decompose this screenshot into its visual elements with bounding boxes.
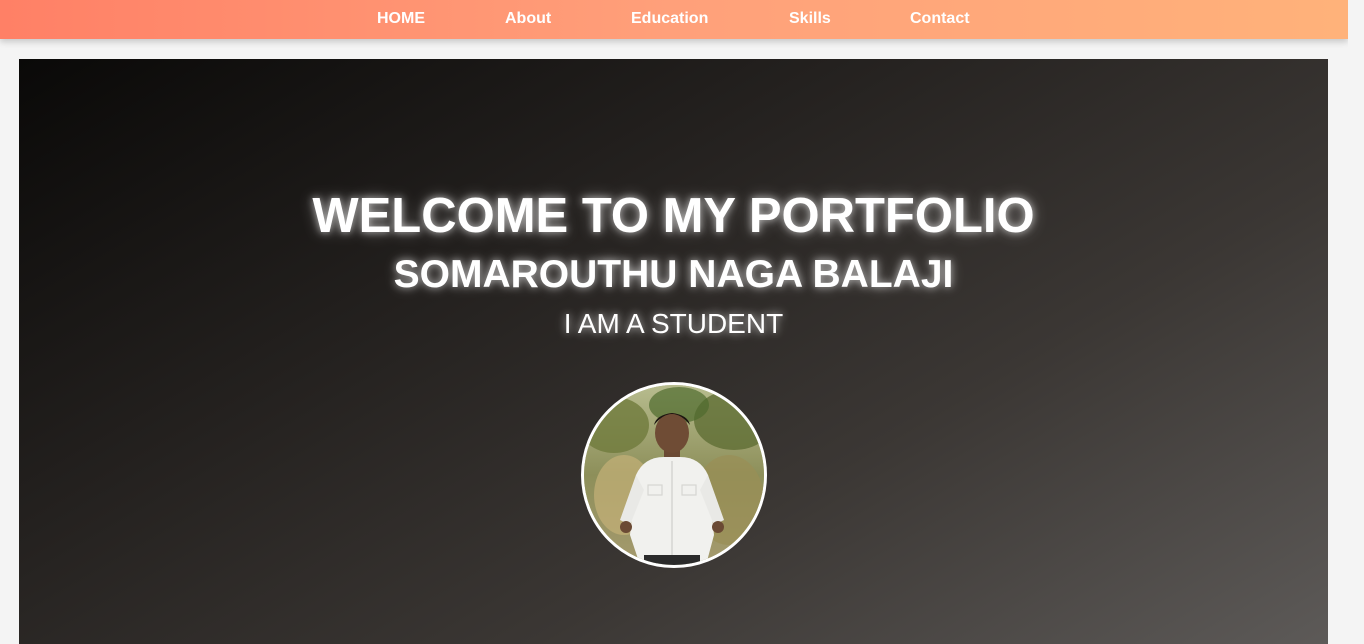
nav-link-home[interactable]: HOME — [377, 10, 425, 28]
navbar: HOME About Education Skills Contact — [0, 0, 1348, 39]
hero-name: SOMAROUTHU NAGA BALAJI — [393, 253, 954, 296]
hero-title: WELCOME TO MY PORTFOLIO — [312, 189, 1035, 243]
page: HOME About Education Skills Contact WELC… — [0, 0, 1348, 644]
nav-link-education[interactable]: Education — [631, 10, 708, 28]
hero-role: I AM A STUDENT — [563, 308, 784, 339]
nav-link-about[interactable]: About — [505, 10, 551, 28]
avatar — [581, 382, 767, 568]
hero-section: WELCOME TO MY PORTFOLIO SOMAROUTHU NAGA … — [19, 59, 1328, 644]
profile-photo-icon — [584, 385, 764, 565]
nav-link-skills[interactable]: Skills — [789, 10, 831, 28]
nav-link-contact[interactable]: Contact — [910, 10, 970, 28]
